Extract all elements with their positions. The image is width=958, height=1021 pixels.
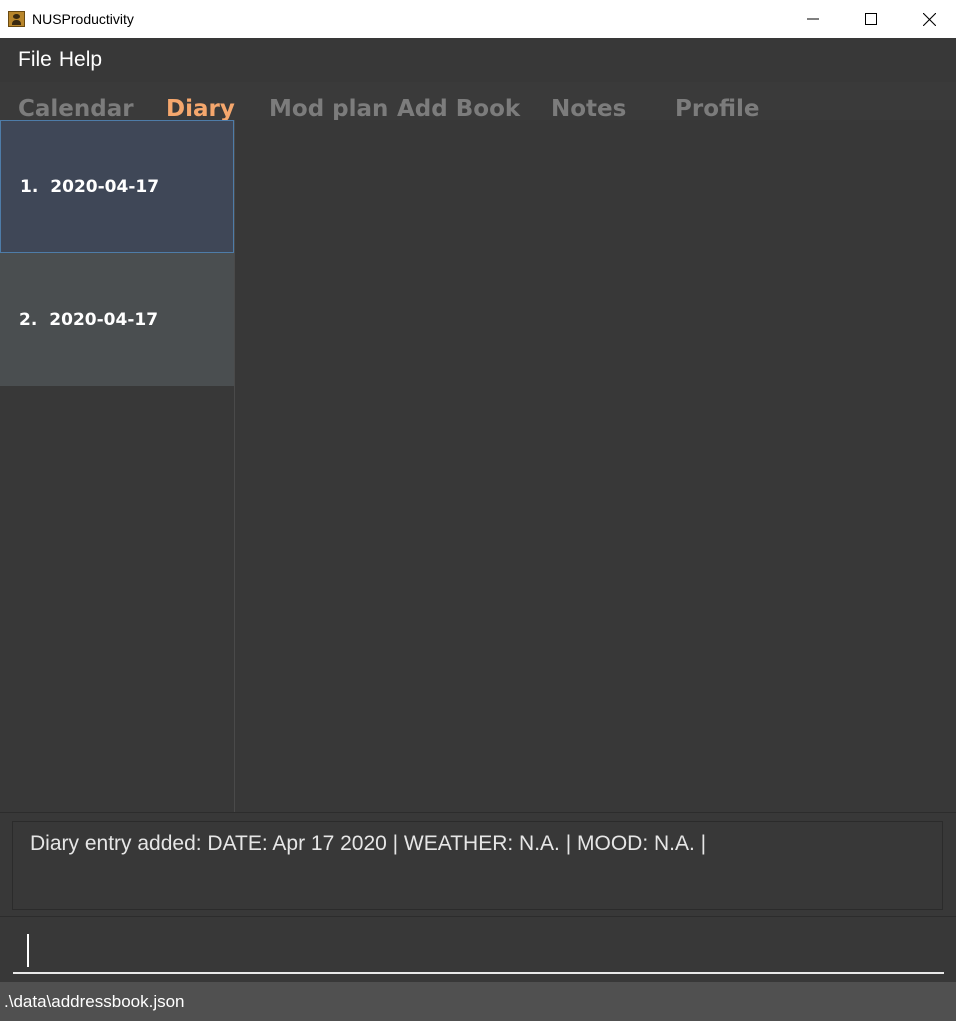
diary-entry-date: 2020-04-17 bbox=[49, 309, 159, 330]
minimize-button[interactable] bbox=[784, 0, 842, 38]
status-bar: .\data\addressbook.json bbox=[0, 982, 956, 1021]
result-display: Diary entry added: DATE: Apr 17 2020 | W… bbox=[12, 821, 943, 910]
command-input[interactable] bbox=[13, 927, 944, 974]
address-book-icon bbox=[8, 11, 25, 27]
diary-entry-index: 2. bbox=[19, 309, 38, 330]
diary-detail-panel bbox=[235, 120, 956, 812]
main-panel: 1. 2020-04-17 2. 2020-04-17 bbox=[0, 120, 956, 812]
tab-profile[interactable]: Profile bbox=[675, 93, 760, 120]
tab-add-book[interactable]: Add Book bbox=[397, 93, 520, 120]
tab-diary[interactable]: Diary bbox=[166, 93, 235, 120]
tab-calendar[interactable]: Calendar bbox=[18, 93, 134, 120]
tab-notes[interactable]: Notes bbox=[551, 93, 626, 120]
result-display-region: Diary entry added: DATE: Apr 17 2020 | W… bbox=[0, 812, 956, 917]
maximize-icon bbox=[865, 13, 877, 25]
text-caret bbox=[27, 934, 29, 967]
minimize-icon bbox=[807, 18, 819, 20]
window-controls bbox=[784, 0, 958, 38]
command-box-region bbox=[0, 916, 956, 983]
tab-bar: Calendar Diary Mod plan Add Book Notes P… bbox=[0, 82, 956, 120]
close-icon bbox=[922, 12, 936, 26]
title-bar[interactable]: NUSProductivity bbox=[0, 0, 958, 38]
tab-mod-plan[interactable]: Mod plan bbox=[269, 93, 388, 120]
menu-help[interactable]: Help bbox=[59, 48, 102, 72]
maximize-button[interactable] bbox=[842, 0, 900, 38]
diary-entry-item[interactable]: 2. 2020-04-17 bbox=[0, 253, 234, 386]
diary-entry-index: 1. bbox=[20, 176, 39, 197]
menu-bar: File Help bbox=[0, 38, 956, 82]
diary-entry-date: 2020-04-17 bbox=[50, 176, 160, 197]
window-title: NUSProductivity bbox=[32, 11, 134, 27]
diary-entry-list[interactable]: 1. 2020-04-17 2. 2020-04-17 bbox=[0, 120, 235, 812]
app-window: NUSProductivity File Help Calendar Diary… bbox=[0, 0, 958, 1021]
save-file-path: .\data\addressbook.json bbox=[4, 991, 185, 1011]
diary-entry-item[interactable]: 1. 2020-04-17 bbox=[0, 120, 234, 253]
close-button[interactable] bbox=[900, 0, 958, 38]
menu-file[interactable]: File bbox=[18, 48, 52, 72]
